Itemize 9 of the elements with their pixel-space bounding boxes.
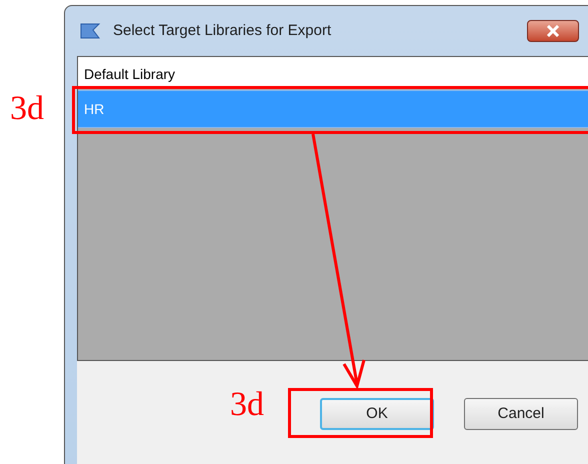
close-button[interactable] bbox=[527, 20, 579, 42]
close-icon bbox=[546, 25, 560, 37]
dialog-button[interactable]: Cancel bbox=[464, 398, 578, 430]
list-item[interactable]: Default Library bbox=[78, 57, 588, 87]
dialog-button[interactable]: OK bbox=[320, 398, 434, 430]
step-label: 3d bbox=[10, 92, 44, 126]
window-title: Select Target Libraries for Export bbox=[113, 20, 332, 41]
app-icon bbox=[79, 22, 101, 40]
step-label: 3d bbox=[230, 388, 264, 422]
